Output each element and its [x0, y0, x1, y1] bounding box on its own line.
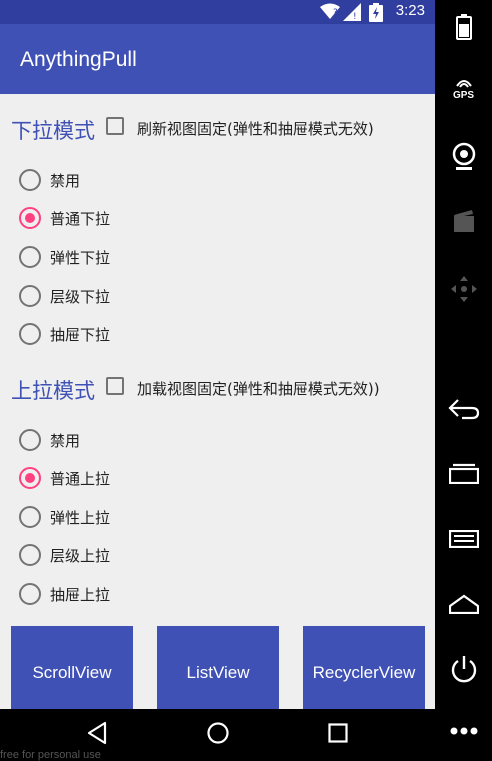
- recents-icon[interactable]: [328, 721, 348, 745]
- dpad-icon[interactable]: [435, 274, 492, 304]
- emulator-sidebar: GPS: [435, 0, 492, 761]
- listview-button[interactable]: ListView: [157, 626, 279, 712]
- radio-button-selected[interactable]: [19, 207, 41, 229]
- power-button-icon[interactable]: [435, 655, 492, 685]
- video-icon[interactable]: [435, 208, 492, 234]
- recyclerview-button[interactable]: RecyclerView: [303, 626, 425, 712]
- option-label: 层级下拉: [50, 288, 111, 306]
- gps-label: GPS: [452, 90, 475, 101]
- app-title: AnythingPull: [20, 48, 137, 71]
- radio-button[interactable]: [19, 246, 41, 268]
- gps-icon[interactable]: GPS: [435, 78, 492, 101]
- radio-button[interactable]: [19, 544, 41, 566]
- radio-button[interactable]: [19, 323, 41, 345]
- radio-button-selected[interactable]: [19, 467, 41, 489]
- scrollview-button[interactable]: ScrollView: [11, 626, 133, 712]
- refresh-view-fixed-checkbox[interactable]: [106, 117, 124, 135]
- main-content: 下拉模式 刷新视图固定(弹性和抽屉模式无效) 禁用 普通下拉 弹性下拉 层级下拉…: [0, 94, 435, 712]
- app-bar: AnythingPull: [0, 24, 435, 94]
- more-options-icon[interactable]: [435, 726, 492, 736]
- option-label: 层级上拉: [50, 547, 111, 565]
- option-label: 抽屉上拉: [50, 586, 111, 604]
- power-icon[interactable]: [435, 14, 492, 40]
- overview-icon[interactable]: [435, 462, 492, 484]
- battery-icon: [369, 3, 383, 22]
- home-outline-icon[interactable]: [435, 594, 492, 614]
- camera-icon[interactable]: [435, 142, 492, 172]
- option-label: 弹性下拉: [50, 249, 111, 267]
- option-label: 普通上拉: [50, 470, 111, 488]
- option-label: 抽屉下拉: [50, 326, 111, 344]
- radio-button[interactable]: [19, 506, 41, 528]
- menu-icon[interactable]: [435, 530, 492, 548]
- back-arrow-icon[interactable]: [435, 398, 492, 420]
- wifi-icon: ?: [320, 3, 340, 19]
- load-view-fixed-label: 加载视图固定(弹性和抽屉模式无效)): [137, 380, 380, 398]
- device-screen: ? ! 3:23 AnythingPull 下拉模式 刷新视图固定(弹性和抽屉模…: [0, 0, 435, 761]
- pull-up-title: 上拉模式: [11, 379, 95, 403]
- clock: 3:23: [395, 2, 425, 19]
- option-label: 弹性上拉: [50, 509, 111, 527]
- signal-icon: !: [343, 3, 361, 21]
- pull-down-title: 下拉模式: [11, 119, 95, 143]
- radio-button[interactable]: [19, 169, 41, 191]
- radio-button[interactable]: [19, 429, 41, 451]
- load-view-fixed-checkbox[interactable]: [106, 377, 124, 395]
- option-label: 禁用: [50, 432, 81, 450]
- back-icon[interactable]: [86, 721, 108, 745]
- option-label: 普通下拉: [50, 210, 111, 228]
- radio-button[interactable]: [19, 583, 41, 605]
- refresh-view-fixed-label: 刷新视图固定(弹性和抽屉模式无效): [137, 120, 374, 138]
- radio-button[interactable]: [19, 285, 41, 307]
- status-bar: ? ! 3:23: [0, 0, 435, 24]
- svg-text:?: ?: [333, 8, 338, 18]
- home-icon[interactable]: [206, 721, 230, 745]
- svg-text:!: !: [353, 12, 357, 21]
- option-label: 禁用: [50, 172, 81, 190]
- watermark-text: free for personal use: [0, 749, 101, 761]
